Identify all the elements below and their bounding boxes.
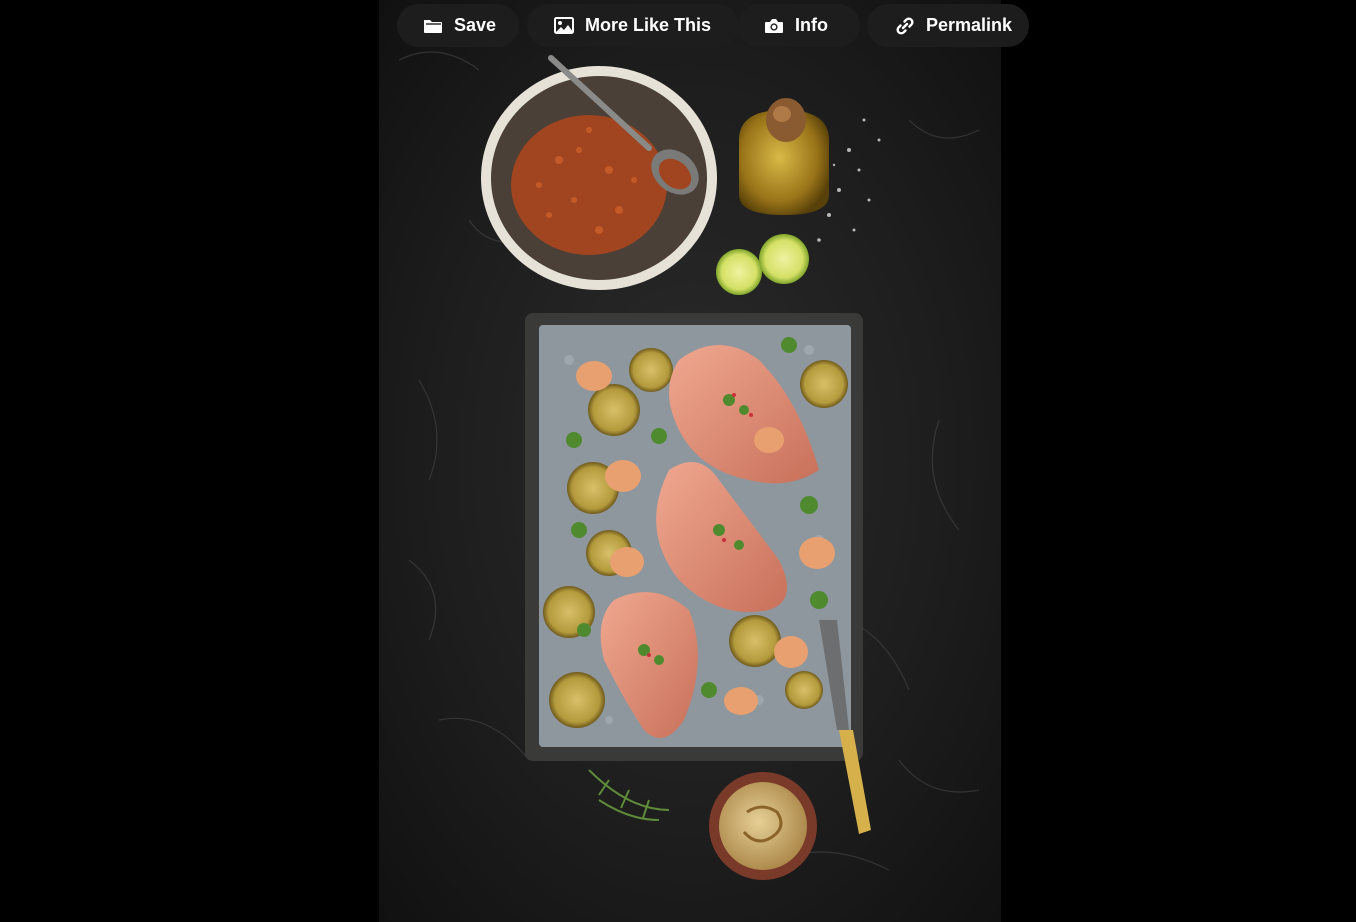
more-like-this-button[interactable]: More Like This bbox=[527, 4, 739, 47]
image-icon bbox=[553, 15, 575, 37]
info-label: Info bbox=[795, 15, 828, 35]
more-like-this-label: More Like This bbox=[585, 15, 712, 35]
folder-icon bbox=[422, 15, 444, 37]
link-icon bbox=[894, 15, 916, 37]
save-label: Save bbox=[454, 15, 497, 35]
toolbar: Save More Like This Info Permalink bbox=[397, 4, 1029, 47]
permalink-button[interactable]: Permalink bbox=[867, 4, 1029, 47]
food-photo bbox=[379, 0, 1001, 922]
info-button[interactable]: Info bbox=[738, 4, 860, 47]
permalink-label: Permalink bbox=[926, 15, 1013, 35]
camera-icon bbox=[763, 15, 785, 37]
save-button[interactable]: Save bbox=[397, 4, 519, 47]
